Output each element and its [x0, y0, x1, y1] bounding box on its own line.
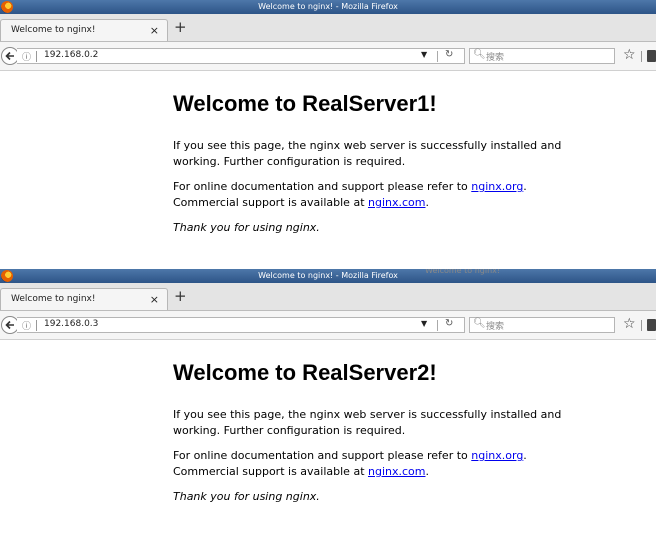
- search-icon[interactable]: 🔍︎: [473, 318, 486, 329]
- new-tab-button[interactable]: +: [174, 18, 187, 36]
- tab-label: Welcome to nginx!: [11, 294, 96, 304]
- reload-icon[interactable]: ↻: [445, 318, 453, 329]
- firefox-logo-icon[interactable]: [1, 270, 13, 282]
- title-bar[interactable]: Welcome to nginx! - Mozilla Firefox Welc…: [0, 269, 656, 283]
- search-bar[interactable]: 🔍︎ 搜索: [469, 48, 615, 64]
- url-text[interactable]: 192.168.0.2: [44, 50, 98, 60]
- docs-paragraph: For online documentation and support ple…: [173, 448, 593, 480]
- divider: [437, 320, 438, 331]
- new-tab-button[interactable]: +: [174, 287, 187, 305]
- docs-text: .: [425, 196, 429, 209]
- page-content: Welcome to RealServer1! If you see this …: [173, 90, 593, 245]
- tab-nginx[interactable]: Welcome to nginx! ×: [0, 19, 168, 41]
- search-bar[interactable]: 🔍︎ 搜索: [469, 317, 615, 333]
- divider: [437, 51, 438, 62]
- reload-icon[interactable]: ↻: [445, 49, 453, 60]
- firefox-window-1: Welcome to nginx! - Mozilla Firefox Welc…: [0, 0, 656, 269]
- library-icon[interactable]: [647, 319, 656, 331]
- docs-text: .: [425, 465, 429, 478]
- thanks-text: Thank you for using nginx.: [173, 490, 320, 503]
- docs-paragraph: For online documentation and support ple…: [173, 179, 593, 211]
- nginx-org-link[interactable]: nginx.org: [471, 449, 523, 462]
- tab-nginx[interactable]: Welcome to nginx! ×: [0, 288, 168, 310]
- bookmark-star-icon[interactable]: ☆: [623, 316, 636, 332]
- divider: [641, 320, 642, 331]
- site-info-icon[interactable]: ⓘ: [22, 50, 31, 63]
- intro-paragraph: If you see this page, the nginx web serv…: [173, 139, 562, 168]
- page-heading: Welcome to RealServer2!: [173, 360, 437, 385]
- docs-text: For online documentation and support ple…: [173, 449, 472, 462]
- overlapped-tab-text: Welcome to nginx!: [425, 269, 501, 275]
- divider: [641, 51, 642, 62]
- nginx-com-link[interactable]: nginx.com: [368, 196, 425, 209]
- site-info-icon[interactable]: ⓘ: [22, 319, 31, 332]
- divider: [36, 51, 37, 62]
- back-arrow-icon: [5, 320, 14, 330]
- url-bar[interactable]: ⓘ 192.168.0.3 ▼ ↻: [17, 317, 465, 333]
- url-text[interactable]: 192.168.0.3: [44, 319, 98, 329]
- close-tab-icon[interactable]: ×: [150, 289, 159, 310]
- window-title: Welcome to nginx! - Mozilla Firefox: [258, 2, 398, 11]
- nginx-com-link[interactable]: nginx.com: [368, 465, 425, 478]
- search-placeholder: 搜索: [486, 322, 505, 332]
- title-bar[interactable]: Welcome to nginx! - Mozilla Firefox: [0, 0, 656, 14]
- thanks-text: Thank you for using nginx.: [173, 221, 320, 234]
- firefox-logo-icon[interactable]: [1, 1, 13, 13]
- firefox-window-2: Welcome to nginx! - Mozilla Firefox Welc…: [0, 269, 656, 551]
- navigation-toolbar: ⓘ 192.168.0.3 ▼ ↻ 🔍︎ 搜索 ☆: [0, 311, 656, 340]
- tab-strip: Welcome to nginx! × +: [0, 283, 656, 311]
- library-icon[interactable]: [647, 50, 656, 62]
- search-icon[interactable]: 🔍︎: [473, 49, 486, 60]
- tab-strip: Welcome to nginx! × +: [0, 14, 656, 42]
- window-title: Welcome to nginx! - Mozilla Firefox: [258, 271, 398, 280]
- divider: [36, 320, 37, 331]
- search-placeholder: 搜索: [486, 53, 505, 63]
- tab-label: Welcome to nginx!: [11, 25, 96, 35]
- bookmark-star-icon[interactable]: ☆: [623, 47, 636, 63]
- page-content: Welcome to RealServer2! If you see this …: [173, 359, 593, 514]
- docs-text: For online documentation and support ple…: [173, 180, 472, 193]
- navigation-toolbar: ⓘ 192.168.0.2 ▼ ↻ 🔍︎ 搜索 ☆: [0, 42, 656, 71]
- history-dropdown-icon[interactable]: ▼: [421, 319, 427, 328]
- nginx-org-link[interactable]: nginx.org: [471, 180, 523, 193]
- back-arrow-icon: [5, 51, 14, 61]
- url-bar[interactable]: ⓘ 192.168.0.2 ▼ ↻: [17, 48, 465, 64]
- intro-paragraph: If you see this page, the nginx web serv…: [173, 408, 562, 437]
- history-dropdown-icon[interactable]: ▼: [421, 50, 427, 59]
- close-tab-icon[interactable]: ×: [150, 20, 159, 41]
- page-heading: Welcome to RealServer1!: [173, 91, 437, 116]
